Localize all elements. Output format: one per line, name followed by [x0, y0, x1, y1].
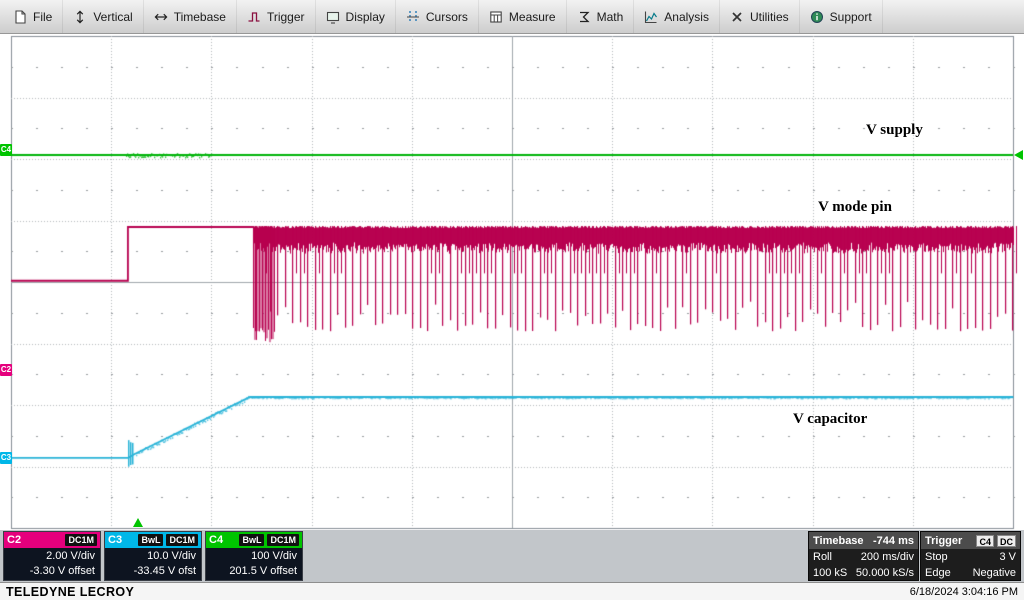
- trigger-icon: [247, 10, 261, 24]
- menu-item-vertical[interactable]: Vertical: [63, 0, 143, 33]
- trace-label-v-capacitor: V capacitor: [793, 411, 867, 428]
- channel-offset: -3.30 V offset: [4, 564, 95, 579]
- channel-offset: -33.45 V ofst: [105, 564, 196, 579]
- datetime-display: 6/18/2024 3:04:16 PM: [910, 586, 1018, 598]
- menu-item-file[interactable]: File: [3, 0, 63, 33]
- menu-item-label: Analysis: [664, 10, 709, 24]
- menu-item-label: Vertical: [93, 10, 132, 24]
- analysis-icon: [644, 10, 658, 24]
- timebase-panel[interactable]: Timebase -744 ms Roll 200 ms/div 100 kS …: [808, 531, 919, 581]
- trigger-level-marker[interactable]: [1014, 150, 1023, 160]
- timebase-delay: -744 ms: [873, 535, 914, 547]
- menu-item-timebase[interactable]: Timebase: [144, 0, 237, 33]
- channel-descriptor-c3[interactable]: C3 BwL DC1M 10.0 V/div -33.45 V ofst: [104, 531, 202, 581]
- measure-icon: [489, 10, 503, 24]
- trigger-title: Trigger: [925, 535, 962, 547]
- trigger-panel[interactable]: Trigger C4 DC Stop 3 V Edge Negative: [920, 531, 1021, 581]
- menu-item-label: Timebase: [174, 10, 226, 24]
- menu-bar: File Vertical Timebase Trigger Display Cursor…: [0, 0, 1024, 34]
- c3-zero-marker[interactable]: C3: [0, 452, 12, 464]
- menu-item-utilities[interactable]: Utilities: [720, 0, 800, 33]
- coupling-badge: DC1M: [166, 534, 198, 546]
- channel-scale: 2.00 V/div: [4, 549, 95, 564]
- bandwidth-badge: BwL: [239, 534, 264, 546]
- descriptor-bar: C2 DC1M 2.00 V/div -3.30 V offset C3 BwL…: [0, 530, 1024, 582]
- trigger-time-marker[interactable]: [133, 518, 143, 527]
- trace-label-v-supply: V supply: [866, 122, 923, 139]
- menu-item-label: Utilities: [750, 10, 789, 24]
- menu-item-label: Display: [346, 10, 385, 24]
- trigger-level: 3 V: [999, 551, 1016, 563]
- status-bar: TELEDYNE LECROY 6/18/2024 3:04:16 PM: [0, 582, 1024, 600]
- timebase-rate: 50.000 kS/s: [856, 567, 914, 579]
- c4-zero-marker[interactable]: C4: [0, 144, 12, 156]
- coupling-badge: DC1M: [65, 534, 97, 546]
- oscilloscope-app: File Vertical Timebase Trigger Display Cursor…: [0, 0, 1024, 600]
- channel-scale: 10.0 V/div: [105, 549, 196, 564]
- cursors-icon: [406, 10, 420, 24]
- trigger-type: Edge: [925, 567, 951, 579]
- channel-header: C4 BwL DC1M: [206, 532, 302, 548]
- menu-item-measure[interactable]: Measure: [479, 0, 567, 33]
- menu-item-trigger[interactable]: Trigger: [237, 0, 316, 33]
- file-icon: [13, 10, 27, 24]
- display-icon: [326, 10, 340, 24]
- menu-item-label: Cursors: [426, 10, 468, 24]
- trigger-slope: Negative: [973, 567, 1016, 579]
- channel-descriptor-c2[interactable]: C2 DC1M 2.00 V/div -3.30 V offset: [3, 531, 101, 581]
- channel-descriptor-c4[interactable]: C4 BwL DC1M 100 V/div 201.5 V offset: [205, 531, 303, 581]
- channel-scale: 100 V/div: [206, 549, 297, 564]
- menu-item-label: Trigger: [267, 10, 305, 24]
- coupling-badge: DC1M: [267, 534, 299, 546]
- timebase-mode: Roll: [813, 551, 832, 563]
- timebase-scale: 200 ms/div: [861, 551, 914, 563]
- menu-item-label: File: [33, 10, 52, 24]
- menu-item-label: Math: [597, 10, 624, 24]
- utilities-icon: [730, 10, 744, 24]
- vertical-icon: [73, 10, 87, 24]
- channel-offset: 201.5 V offset: [206, 564, 297, 579]
- menu-item-support[interactable]: Support: [800, 0, 883, 33]
- menu-item-label: Support: [830, 10, 872, 24]
- timebase-title: Timebase: [813, 535, 864, 547]
- trigger-mode: Stop: [925, 551, 948, 563]
- menu-item-math[interactable]: Math: [567, 0, 635, 33]
- timebase-samples: 100 kS: [813, 567, 847, 579]
- timebase-icon: [154, 10, 168, 24]
- menu-item-cursors[interactable]: Cursors: [396, 0, 479, 33]
- menu-item-label: Measure: [509, 10, 556, 24]
- support-icon: [810, 10, 824, 24]
- channel-header: C2 DC1M: [4, 532, 100, 548]
- trigger-coupling-badge: DC: [997, 535, 1016, 547]
- channel-id: C3: [108, 534, 122, 546]
- menu-item-analysis[interactable]: Analysis: [634, 0, 720, 33]
- trigger-source-badge: C4: [976, 535, 994, 547]
- bandwidth-badge: BwL: [138, 534, 163, 546]
- menu-item-display[interactable]: Display: [316, 0, 396, 33]
- scope-canvas: [0, 34, 1024, 530]
- waveform-display: C4 C2 C3 V supply V mode pin V capacitor: [0, 34, 1024, 530]
- channel-id: C4: [209, 534, 223, 546]
- trace-label-v-mode-pin: V mode pin: [818, 199, 892, 216]
- math-icon: [577, 10, 591, 24]
- c2-zero-marker[interactable]: C2: [0, 364, 12, 376]
- channel-id: C2: [7, 534, 21, 546]
- brand-logo: TELEDYNE LECROY: [6, 585, 134, 599]
- channel-header: C3 BwL DC1M: [105, 532, 201, 548]
